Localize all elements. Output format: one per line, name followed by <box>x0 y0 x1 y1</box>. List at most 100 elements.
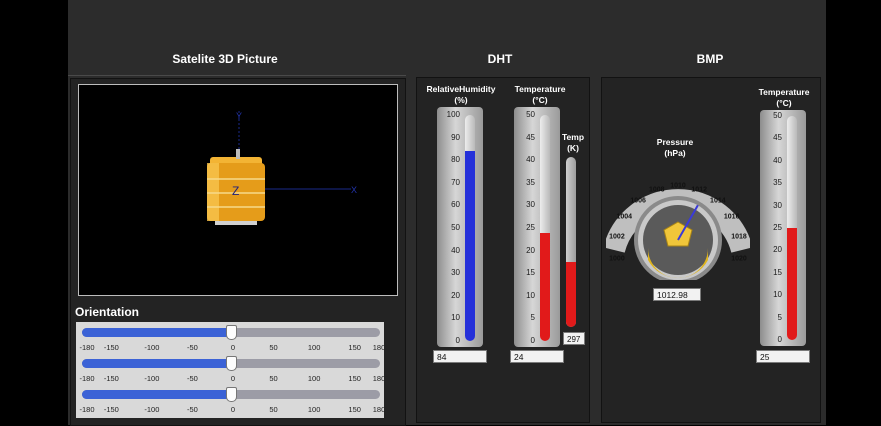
pressure-tick-label: 1012 <box>691 186 707 194</box>
satellite-3d-view[interactable]: Y X Z <box>78 84 398 296</box>
slider-tick-label: 150 <box>348 405 361 414</box>
gauge-tick-label: 50 <box>451 223 460 232</box>
satellite-section-title: Satelite 3D Picture <box>172 52 278 66</box>
dht-section-title: DHT <box>487 52 513 66</box>
gauge-tick-label: 20 <box>526 245 535 255</box>
slider-fill <box>82 390 231 399</box>
gauge-tick-label: 100 <box>446 110 460 119</box>
gauge-tick-label: 70 <box>451 177 460 187</box>
dht-temperature-title-line1: Temperature <box>514 84 566 94</box>
pressure-tick-label: 1020 <box>731 255 747 263</box>
gauge-tick-label: 35 <box>526 177 535 187</box>
slider-thumb[interactable] <box>226 325 237 340</box>
orientation-title: Orientation <box>75 305 140 319</box>
dht-temperature-title: Temperature (°C) <box>505 84 575 106</box>
axis-z-label: Z <box>232 184 239 198</box>
pressure-tick-label: 1010 <box>670 182 686 190</box>
humidity-title-line1: RelativeHumidity <box>426 84 496 94</box>
slider-scale: -180 -150 -100 -50 0 50 100 150 180 <box>76 341 386 353</box>
gauge-tick-label: 10 <box>773 290 782 300</box>
slider-tick-label: 100 <box>307 343 321 352</box>
slider-tick-label: 150 <box>348 374 361 383</box>
pressure-title-line1: Pressure <box>656 137 694 147</box>
orientation-panel: -180 -150 -100 -50 0 50 100 150 180 -180 -150 -100-… <box>76 322 386 418</box>
pressure-tick-label: 1008 <box>648 186 665 194</box>
gauge-tick-label: 35 <box>773 178 782 188</box>
gauge-tick-label: 15 <box>526 268 535 278</box>
slider-tick-label: 0 <box>230 374 236 383</box>
gauge-tick-label: 25 <box>773 223 782 232</box>
bmp-temperature-title-line2: (°C) <box>776 98 792 108</box>
slider-thumb[interactable] <box>226 356 237 371</box>
slider-tick-label: 0 <box>230 405 236 414</box>
slider-tick-label: 50 <box>269 343 278 352</box>
kelvin-title: Temp (K) <box>558 132 588 154</box>
slider-tick-label: -180 <box>79 343 95 352</box>
gauge-tick-label: 0 <box>777 335 782 344</box>
slider-fill <box>82 359 231 368</box>
kelvin-title-line2: (K) <box>567 143 579 153</box>
slider-tick-label: -50 <box>187 405 198 414</box>
pressure-dial: 1000 1002 1004 1006 1008 1010 1012 1014 1016 1018… <box>603 160 753 284</box>
slider-tick-label: -50 <box>187 343 198 352</box>
gauge-tick-label: 25 <box>526 223 535 232</box>
slider-thumb[interactable] <box>226 387 237 402</box>
bmp-temperature-title-line1: Temperature <box>758 87 810 97</box>
kelvin-title-line1: Temp <box>561 132 585 142</box>
gauge-tick-label: 50 <box>526 110 535 119</box>
slider-tick-label: -100 <box>144 374 160 383</box>
humidity-readout: 84 <box>433 350 487 363</box>
slider-tick-label: -150 <box>103 343 119 352</box>
slider-scale: -180 -150 -100 -50 0 50 100 150 180 <box>76 372 386 384</box>
gauge-tick-label: 50 <box>773 111 782 120</box>
gauge-tick-label: 30 <box>773 200 782 210</box>
orientation-slider-yaw[interactable] <box>82 387 380 402</box>
gauge-tick-label: 30 <box>451 268 460 278</box>
axis-y-label: Y <box>236 111 242 121</box>
slider-tick-label: 100 <box>307 405 321 414</box>
kelvin-readout: 297 <box>563 332 585 345</box>
slider-tick-label: 180 <box>372 343 386 352</box>
pressure-tick-label: 1006 <box>630 197 646 204</box>
kelvin-fill <box>566 262 576 327</box>
gauge-tick-label: 80 <box>451 155 460 165</box>
satellite-3d-scene: Y X Z <box>207 111 357 225</box>
pressure-tick-label: 1000 <box>609 255 625 263</box>
slider-tick-label: 0 <box>230 343 236 352</box>
slider-tick-label: -50 <box>187 374 198 383</box>
gauge-tick-label: 45 <box>773 133 782 143</box>
slider-tick-label: 180 <box>372 405 386 414</box>
gauge-tick-label: 5 <box>530 313 535 323</box>
gauge-tick-label: 20 <box>773 245 782 255</box>
bmp-section-title: BMP <box>696 52 724 66</box>
bmp-temperature-readout: 25 <box>756 350 810 363</box>
gauge-fill <box>465 151 475 341</box>
slider-fill <box>82 328 231 337</box>
humidity-title: RelativeHumidity (%) <box>420 84 502 106</box>
gauge-tick-label: 0 <box>455 336 460 345</box>
gauge-tick-label: 0 <box>530 336 535 345</box>
slider-tick-label: 180 <box>372 374 386 383</box>
bmp-temperature-title: Temperature (°C) <box>748 87 820 109</box>
orientation-slider-pitch[interactable] <box>82 356 380 371</box>
gauge-fill <box>787 228 797 340</box>
slider-tick-label: 50 <box>269 405 278 414</box>
pressure-tick-label: 1004 <box>616 213 633 221</box>
gauge-tick-label: 10 <box>526 290 535 300</box>
slider-tick-label: -180 <box>79 374 95 383</box>
pressure-tick-label: 1018 <box>731 233 747 241</box>
gauge-tick-label: 15 <box>773 267 782 277</box>
dht-temperature-readout: 24 <box>510 350 564 363</box>
pressure-tick-label: 1002 <box>609 233 625 241</box>
gauge-fill <box>540 232 550 341</box>
pressure-tick-label: 1014 <box>710 197 726 204</box>
slider-tick-label: -180 <box>79 405 95 414</box>
gauge-tick-label: 90 <box>451 132 460 142</box>
gauge-tick-label: 20 <box>451 290 460 300</box>
gauge-tick-label: 40 <box>773 155 782 165</box>
orientation-slider-roll[interactable] <box>82 325 380 340</box>
gauge-tick-label: 10 <box>451 313 460 323</box>
slider-tick-label: -150 <box>103 405 119 414</box>
pressure-readout: 1012.98 <box>653 288 701 301</box>
separator-left <box>68 75 406 76</box>
